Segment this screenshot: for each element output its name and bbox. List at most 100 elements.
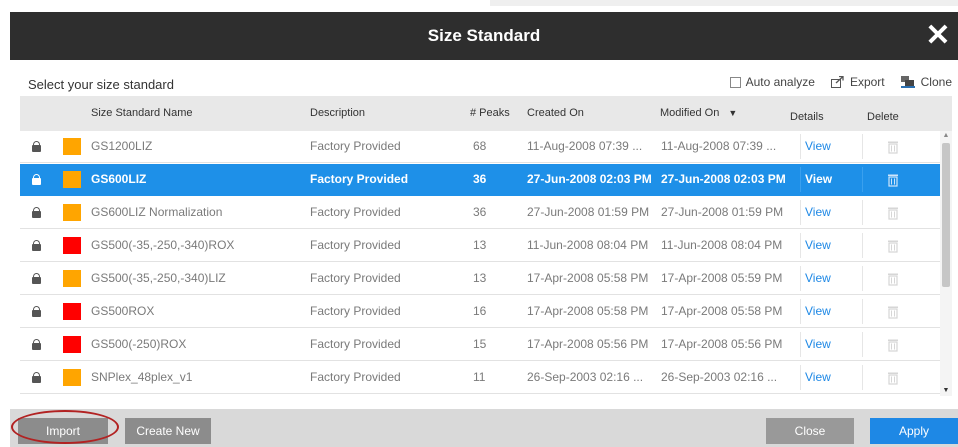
table-header: Size Standard Name Description # Peaks C…	[20, 96, 952, 131]
clone-icon	[900, 76, 915, 88]
column-divider	[862, 332, 863, 357]
background-strip	[0, 0, 958, 12]
size-standard-table: GS1200LIZ Factory Provided 68 11-Aug-2008 0…	[20, 131, 940, 396]
checkbox-box[interactable]	[729, 76, 741, 88]
cell-modified-on: 17-Apr-2008 05:59 PM	[661, 271, 783, 285]
export-button[interactable]: Export	[830, 75, 885, 89]
header-delete: Delete	[867, 111, 899, 123]
cell-modified-on: 17-Apr-2008 05:56 PM	[661, 337, 783, 351]
trash-icon[interactable]	[886, 140, 900, 154]
cell-peaks: 15	[473, 337, 487, 351]
table-row[interactable]: GS500(-35,-250,-340)LIZ Factory Provided 1…	[20, 263, 940, 295]
view-details-link[interactable]: View	[805, 131, 845, 162]
table-row[interactable]: GS500(-250)ROX Factory Provided 15 17-Apr-2…	[20, 329, 940, 361]
view-details-link[interactable]: View	[805, 197, 845, 228]
auto-analyze-checkbox[interactable]: Auto analyze	[729, 75, 815, 89]
trash-icon[interactable]	[886, 305, 900, 319]
lock-icon	[32, 174, 41, 185]
cell-created-on: 11-Jun-2008 08:04 PM	[527, 238, 649, 252]
dialog-footer: Import Create New Close Apply	[10, 409, 958, 447]
dye-color-swatch	[63, 204, 81, 221]
close-button[interactable]: Close	[766, 418, 854, 444]
dye-color-swatch	[63, 336, 81, 353]
table-scrollbar[interactable]: ▲ ▼	[940, 131, 952, 396]
column-divider	[862, 266, 863, 291]
dialog-subtitle: Select your size standard	[28, 77, 174, 92]
trash-icon[interactable]	[886, 272, 900, 286]
import-highlight-ring	[11, 410, 119, 444]
view-details-link[interactable]: View	[805, 329, 845, 360]
header-size-standard-name[interactable]: Size Standard Name	[91, 96, 193, 131]
column-divider	[800, 299, 801, 324]
trash-icon[interactable]	[886, 239, 900, 253]
column-divider	[862, 233, 863, 258]
cell-description: Factory Provided	[310, 370, 401, 384]
dye-color-swatch	[63, 237, 81, 254]
table-row[interactable]: GS1200LIZ Factory Provided 68 11-Aug-2008 0…	[20, 131, 940, 163]
cell-description: Factory Provided	[310, 172, 409, 186]
view-details-link[interactable]: View	[805, 164, 845, 195]
table-row[interactable]: GS600LIZ Factory Provided 36 27-Jun-2008 02…	[20, 164, 940, 196]
view-details-link[interactable]: View	[805, 263, 845, 294]
view-details-link[interactable]: View	[805, 296, 845, 327]
cell-created-on: 11-Aug-2008 07:39 ...	[527, 139, 643, 153]
auto-analyze-label: Auto analyze	[745, 75, 815, 89]
column-divider	[862, 299, 863, 324]
cell-created-on: 17-Apr-2008 05:58 PM	[527, 304, 649, 318]
table-row[interactable]: GS600LIZ Normalization Factory Provided 36…	[20, 197, 940, 229]
table-row[interactable]: SNPlex_48plex_v1 Factory Provided 11 26-Sep…	[20, 362, 940, 394]
clone-button[interactable]: Clone	[900, 75, 952, 89]
trash-icon[interactable]	[886, 371, 900, 385]
scrollbar-thumb[interactable]	[942, 143, 950, 287]
close-dialog-button[interactable]: ✕	[920, 18, 956, 54]
column-divider	[800, 266, 801, 291]
header-description[interactable]: Description	[310, 96, 365, 131]
table-row[interactable]: GS500(-35,-250,-340)ROX Factory Provided 1…	[20, 230, 940, 262]
column-divider	[800, 365, 801, 390]
cell-size-standard-name: GS600LIZ Normalization	[91, 205, 223, 219]
cell-created-on: 17-Apr-2008 05:56 PM	[527, 337, 649, 351]
size-standard-dialog: Select your size standard Auto analyze E…	[10, 60, 958, 447]
header-peaks[interactable]: # Peaks	[470, 96, 510, 131]
lock-icon	[32, 339, 41, 350]
cell-created-on: 27-Jun-2008 01:59 PM	[527, 205, 650, 219]
cell-modified-on: 26-Sep-2003 02:16 ...	[661, 370, 778, 384]
cell-created-on: 27-Jun-2008 02:03 PM	[527, 172, 652, 186]
cell-size-standard-name: GS500(-35,-250,-340)ROX	[91, 238, 235, 252]
column-divider	[862, 134, 863, 159]
cell-description: Factory Provided	[310, 337, 401, 351]
cell-size-standard-name: GS600LIZ	[91, 172, 147, 186]
trash-icon[interactable]	[886, 338, 900, 352]
trash-icon[interactable]	[886, 206, 900, 220]
dye-color-swatch	[63, 303, 81, 320]
scroll-up-arrow[interactable]: ▲	[940, 131, 952, 141]
cell-size-standard-name: GS500(-250)ROX	[91, 337, 187, 351]
column-divider	[800, 167, 801, 192]
view-details-link[interactable]: View	[805, 230, 845, 261]
cell-peaks: 13	[473, 271, 487, 285]
table-row[interactable]: GS500ROX Factory Provided 16 17-Apr-2008 05…	[20, 296, 940, 328]
dye-color-swatch	[63, 270, 81, 287]
column-divider	[862, 167, 863, 192]
view-details-link[interactable]: View	[805, 362, 845, 393]
cell-modified-on: 27-Jun-2008 02:03 PM	[661, 172, 786, 186]
header-created-on[interactable]: Created On	[527, 96, 584, 131]
scroll-down-arrow[interactable]: ▼	[940, 386, 952, 396]
column-divider	[800, 233, 801, 258]
cell-size-standard-name: GS500ROX	[91, 304, 155, 318]
lock-icon	[32, 141, 41, 152]
cell-modified-on: 11-Jun-2008 08:04 PM	[661, 238, 783, 252]
create-new-button[interactable]: Create New	[125, 418, 211, 444]
lock-icon	[32, 372, 41, 383]
trash-icon[interactable]	[886, 173, 900, 187]
header-modified-on-label: Modified On	[660, 107, 720, 119]
lock-icon	[32, 273, 41, 284]
cell-modified-on: 27-Jun-2008 01:59 PM	[661, 205, 784, 219]
lock-icon	[32, 240, 41, 251]
cell-peaks: 11	[473, 370, 486, 384]
cell-description: Factory Provided	[310, 238, 401, 252]
toolbar: Auto analyze Export Clone	[714, 75, 952, 89]
header-modified-on[interactable]: Modified On ▼	[660, 96, 737, 131]
apply-button[interactable]: Apply	[870, 418, 958, 444]
cell-description: Factory Provided	[310, 139, 401, 153]
